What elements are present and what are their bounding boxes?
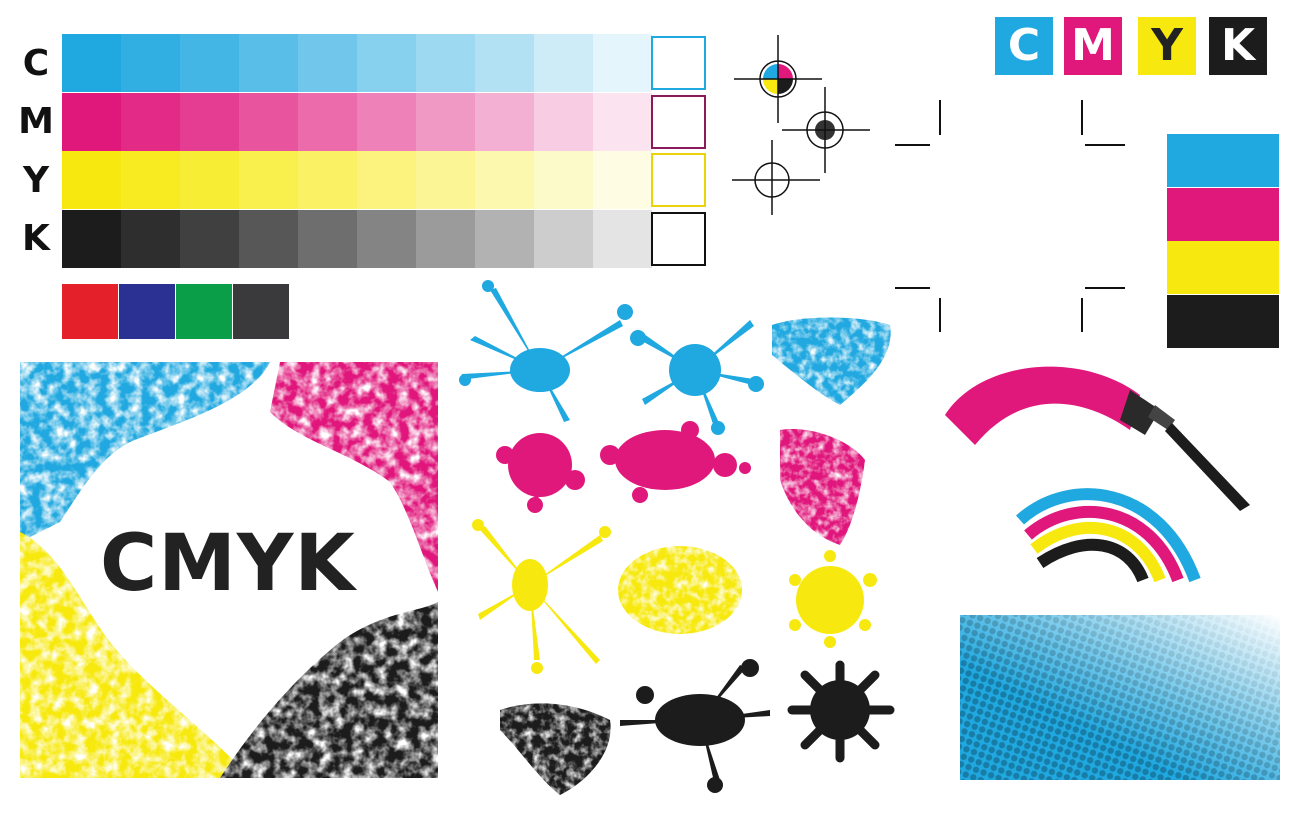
magenta-blob-icon xyxy=(496,433,585,513)
logo-letter-c: C xyxy=(995,17,1053,75)
tint-cell xyxy=(298,34,357,92)
rgb-swatch xyxy=(233,284,289,339)
cyan-end-box xyxy=(651,36,706,90)
registration-marks xyxy=(732,35,870,215)
tint-cell xyxy=(534,93,593,151)
tint-cell xyxy=(357,210,416,268)
tint-cell xyxy=(239,93,298,151)
cyan-splash-icon xyxy=(459,280,633,422)
tint-cell xyxy=(534,34,593,92)
empty-registration-target-icon xyxy=(732,140,820,215)
tint-cell xyxy=(121,210,180,268)
tint-cell xyxy=(298,93,357,151)
tint-cell xyxy=(593,151,652,209)
crop-marks xyxy=(895,100,1125,332)
rgb-swatch xyxy=(119,284,175,339)
tint-cell xyxy=(121,34,180,92)
row-label-m: M xyxy=(18,101,54,142)
tint-cell xyxy=(180,93,239,151)
logo-letter-m: M xyxy=(1064,17,1122,75)
magenta-end-box xyxy=(651,95,706,149)
tint-cell xyxy=(416,151,475,209)
main-panel-title: CMYK xyxy=(100,519,356,609)
tint-cell xyxy=(357,151,416,209)
tint-cell xyxy=(121,151,180,209)
black-grunge-patch-icon xyxy=(500,703,611,795)
rgb-swatch xyxy=(62,284,118,339)
magenta-tint-strip xyxy=(62,93,652,151)
tint-cell xyxy=(475,34,534,92)
tint-cell xyxy=(62,210,121,268)
tint-cell xyxy=(593,210,652,268)
cyan-grunge-patch-icon xyxy=(772,317,891,405)
cyan-tint-strip xyxy=(62,34,652,92)
yellow-grunge-patch-icon xyxy=(618,546,742,634)
magenta-grunge-patch-icon xyxy=(780,429,865,545)
tint-cell xyxy=(239,210,298,268)
cmyk-rainbow-arcs xyxy=(1015,488,1201,583)
cyan-splat-icon xyxy=(630,320,764,435)
color-registration-target-icon xyxy=(734,35,822,123)
tint-cell xyxy=(62,151,121,209)
magenta-splat-icon xyxy=(600,421,751,503)
tint-cell xyxy=(357,93,416,151)
tint-cell xyxy=(475,151,534,209)
row-label-c: C xyxy=(22,43,50,84)
tint-cell xyxy=(180,210,239,268)
ink-splatters xyxy=(459,280,895,795)
tint-cell xyxy=(593,34,652,92)
black-splash-icon xyxy=(620,659,770,793)
black-registration-target-icon xyxy=(782,87,870,173)
tint-cell xyxy=(121,93,180,151)
tint-cell xyxy=(180,34,239,92)
logo-letter-y: Y xyxy=(1138,17,1196,75)
tint-cell xyxy=(357,34,416,92)
yellow-end-box xyxy=(651,153,706,207)
tint-cell xyxy=(416,93,475,151)
yellow-tint-strip xyxy=(62,151,652,209)
row-label-k: K xyxy=(22,218,50,259)
rgb-swatch xyxy=(176,284,232,339)
tint-cell xyxy=(62,93,121,151)
tint-cell xyxy=(298,151,357,209)
tint-cell xyxy=(475,210,534,268)
logo-letter-k: K xyxy=(1209,17,1267,75)
magenta-paint-stroke-icon xyxy=(945,366,1140,445)
tint-cell xyxy=(593,93,652,151)
rgb-swatch-strip xyxy=(62,284,290,339)
yellow-splash-icon xyxy=(472,519,611,674)
yellow-drop-icon xyxy=(789,550,877,648)
tint-cell xyxy=(239,151,298,209)
black-sunburst-splat-icon xyxy=(787,660,895,763)
tint-cell xyxy=(239,34,298,92)
tint-cell xyxy=(416,34,475,92)
halftone-color-column xyxy=(1167,134,1279,348)
black-tint-strip xyxy=(62,210,652,268)
black-end-box xyxy=(651,212,706,266)
tint-cell xyxy=(534,151,593,209)
tint-cell xyxy=(475,93,534,151)
tint-cell xyxy=(534,210,593,268)
tint-cell xyxy=(298,210,357,268)
cyan-halftone-gradient xyxy=(960,615,1280,780)
row-label-y: Y xyxy=(22,160,50,201)
tint-cell xyxy=(180,151,239,209)
tint-cell xyxy=(62,34,121,92)
tint-cell xyxy=(416,210,475,268)
